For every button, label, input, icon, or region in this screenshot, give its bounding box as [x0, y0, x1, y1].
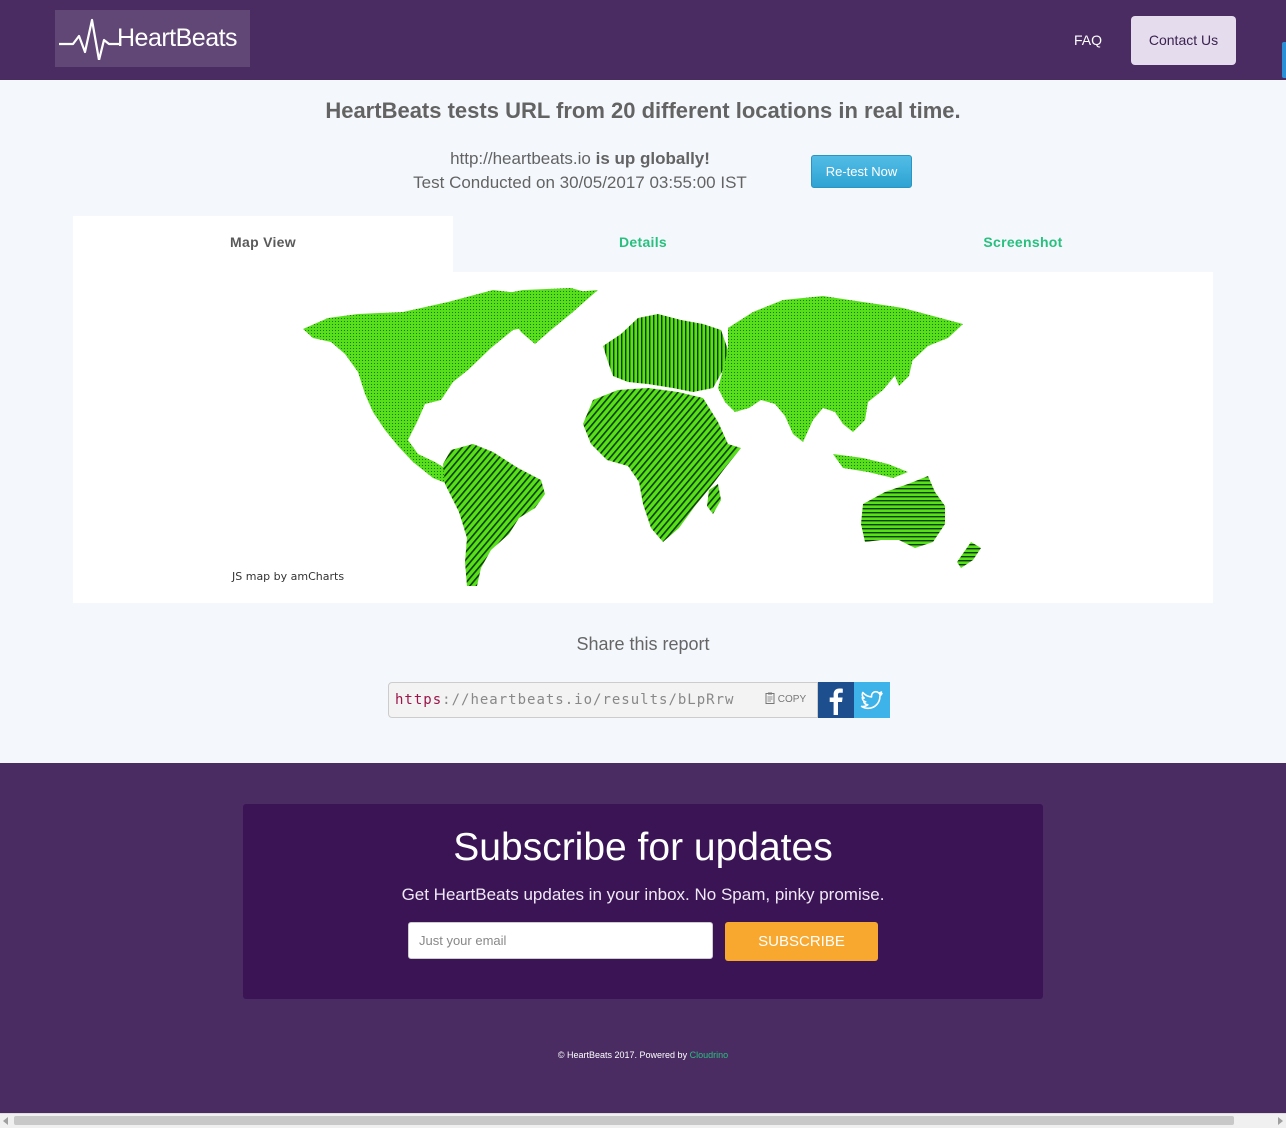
tested-site-url: http://heartbeats.io — [450, 149, 591, 168]
subscribe-card: Subscribe for updates Get HeartBeats upd… — [243, 804, 1043, 999]
share-url[interactable]: https://heartbeats.io/results/bLpRrw — [395, 692, 734, 708]
nav-faq-link[interactable]: FAQ — [1074, 32, 1102, 48]
map-credit[interactable]: JS map by amCharts — [232, 570, 344, 583]
subscribe-title: Subscribe for updates — [453, 826, 833, 869]
region-europe[interactable] — [603, 314, 728, 392]
report-tabs: Map View Details Screenshot — [73, 216, 1213, 272]
region-australia[interactable] — [861, 476, 945, 548]
logo-text: HeartBeats — [117, 24, 238, 52]
region-new-zealand[interactable] — [957, 542, 981, 568]
logo[interactable]: HeartBeats — [55, 10, 250, 67]
region-asia[interactable] — [718, 296, 963, 442]
facebook-share-button[interactable] — [818, 682, 854, 718]
retest-button[interactable]: Re-test Now — [811, 155, 912, 188]
powered-by-link[interactable]: Cloudrino — [690, 1050, 729, 1060]
clipboard-icon — [765, 692, 775, 704]
contact-us-button[interactable]: Contact Us — [1131, 16, 1236, 65]
twitter-share-button[interactable] — [854, 682, 890, 718]
copyright-text: © HeartBeats 2017. Powered by Cloudrino — [0, 1050, 1286, 1060]
scrollbar-thumb[interactable] — [14, 1116, 1234, 1125]
world-map-panel: JS map by amCharts — [73, 272, 1213, 603]
test-timestamp: Test Conducted on 30/05/2017 03:55:00 IS… — [413, 173, 747, 192]
scroll-right-icon[interactable] — [1278, 1117, 1283, 1125]
status-line: http://heartbeats.io is up globally! — [380, 147, 780, 171]
region-indonesia[interactable] — [833, 454, 908, 478]
scroll-left-icon[interactable] — [3, 1117, 8, 1125]
test-status: http://heartbeats.io is up globally! Tes… — [380, 147, 780, 195]
page-title: HeartBeats tests URL from 20 different l… — [325, 98, 961, 123]
region-africa[interactable] — [583, 388, 741, 542]
share-url-protocol: https — [395, 692, 443, 708]
share-url-path: ://heartbeats.io/results/bLpRrw — [442, 692, 735, 708]
tab-map-view[interactable]: Map View — [73, 216, 453, 272]
twitter-icon — [860, 690, 883, 710]
subscribe-description: Get HeartBeats updates in your inbox. No… — [401, 885, 885, 904]
heartbeat-pulse-icon — [59, 18, 119, 60]
copy-button[interactable]: COPY — [765, 692, 806, 705]
subscribe-button[interactable]: SUBSCRIBE — [725, 922, 878, 961]
horizontal-scrollbar[interactable] — [0, 1113, 1286, 1128]
share-title: Share this report — [576, 634, 710, 654]
top-navbar: HeartBeats FAQ Contact Us — [0, 0, 1286, 80]
tab-details[interactable]: Details — [453, 216, 833, 272]
region-south-america[interactable] — [443, 444, 545, 586]
email-input[interactable] — [408, 922, 713, 959]
copy-label: COPY — [777, 694, 807, 705]
share-url-box[interactable]: https://heartbeats.io/results/bLpRrw COP… — [388, 682, 818, 718]
copyright-label: © HeartBeats 2017. Powered by — [557, 1050, 688, 1060]
world-map[interactable] — [73, 272, 1213, 603]
side-indicator — [1282, 42, 1286, 78]
facebook-icon — [829, 688, 843, 715]
footer: Subscribe for updates Get HeartBeats upd… — [0, 763, 1286, 1113]
status-text: is up globally! — [595, 149, 710, 168]
tab-screenshot[interactable]: Screenshot — [833, 216, 1213, 272]
